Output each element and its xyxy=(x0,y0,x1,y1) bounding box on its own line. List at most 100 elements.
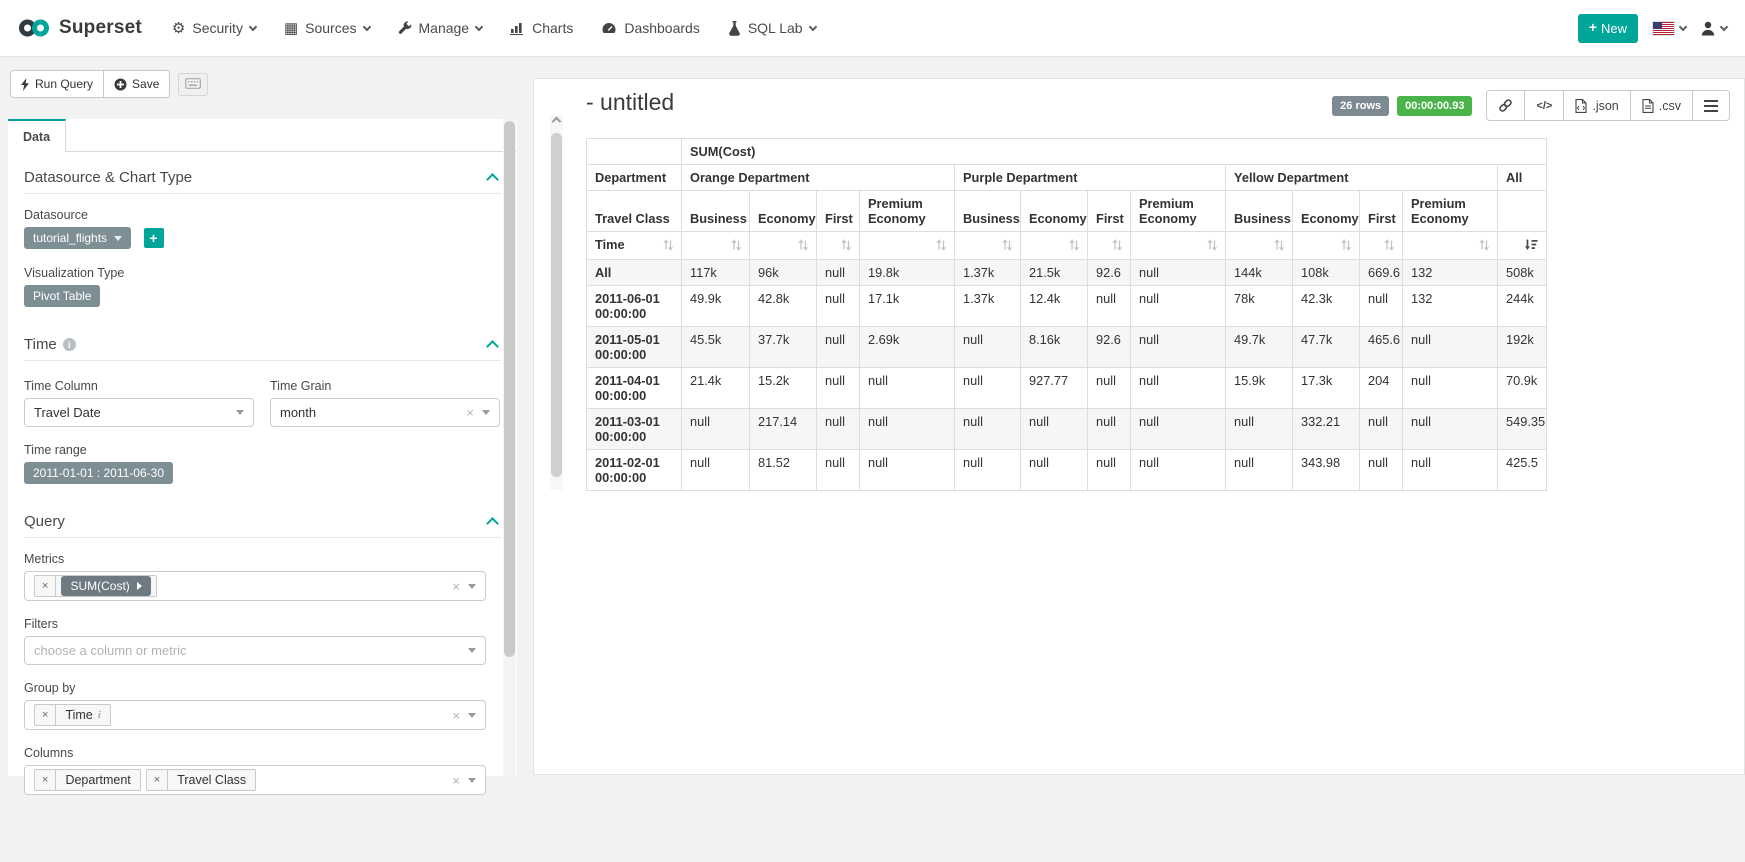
scroll-up-icon[interactable] xyxy=(552,117,562,127)
nav-sql-lab[interactable]: SQL Lab xyxy=(728,20,816,36)
pivot-cell: 92.6 xyxy=(1088,327,1131,368)
share-link-button[interactable] xyxy=(1486,90,1525,121)
user-menu[interactable] xyxy=(1701,21,1727,36)
remove-token-icon[interactable]: × xyxy=(35,576,56,596)
embed-code-button[interactable]: </> xyxy=(1524,90,1564,121)
sort-icon[interactable] xyxy=(936,238,946,254)
section-query[interactable]: Query xyxy=(24,513,501,530)
groupby-token[interactable]: × Time i xyxy=(34,704,111,726)
save-button[interactable]: Save xyxy=(103,70,170,98)
pivot-department-label: Department xyxy=(587,165,682,191)
sort-desc-icon[interactable] xyxy=(1525,239,1538,254)
clear-icon[interactable]: × xyxy=(452,709,460,722)
sort-icon[interactable] xyxy=(798,238,808,254)
sort-icon[interactable] xyxy=(731,238,741,254)
viz-type-chip[interactable]: Pivot Table xyxy=(24,285,100,307)
metric-token[interactable]: × SUM(Cost) xyxy=(34,575,157,597)
language-menu[interactable] xyxy=(1653,22,1686,35)
clear-icon[interactable]: × xyxy=(452,774,460,787)
pivot-travel-class-header: First xyxy=(817,191,860,232)
plus-icon: + xyxy=(1589,22,1597,33)
sort-icon[interactable] xyxy=(1274,238,1284,254)
tab-data[interactable]: Data xyxy=(8,119,66,152)
chart-title[interactable]: - untitled xyxy=(586,89,674,116)
sort-icon[interactable] xyxy=(1069,238,1079,254)
clear-icon[interactable]: × xyxy=(466,406,474,419)
superset-brand[interactable]: Superset xyxy=(18,17,142,39)
chevron-down-icon xyxy=(468,713,476,718)
control-panel-scrollbar[interactable] xyxy=(503,119,516,776)
filters-select[interactable]: choose a column or metric xyxy=(24,636,486,665)
remove-token-icon[interactable]: × xyxy=(147,770,168,790)
pivot-cell: 70.9k xyxy=(1498,368,1547,409)
chevron-up-icon xyxy=(486,517,499,530)
pivot-cell: 465.6 xyxy=(1360,327,1403,368)
pivot-travel-class-header: Business xyxy=(955,191,1021,232)
column-token[interactable]: × Department xyxy=(34,769,141,791)
pivot-cell: 12.4k xyxy=(1021,286,1088,327)
clear-icon[interactable]: × xyxy=(452,580,460,593)
scrollbar-thumb[interactable] xyxy=(504,121,515,657)
export-json-button[interactable]: .json xyxy=(1563,90,1630,121)
pivot-sort-cell xyxy=(1498,232,1547,260)
remove-token-icon[interactable]: × xyxy=(35,770,56,790)
rowcount-badge: 26 rows xyxy=(1332,96,1389,116)
pivot-cell: 21.4k xyxy=(682,368,750,409)
nav-dashboards[interactable]: Dashboards xyxy=(601,20,700,36)
sort-icon[interactable] xyxy=(1479,238,1489,254)
run-query-button[interactable]: Run Query xyxy=(10,70,104,98)
metrics-select[interactable]: × SUM(Cost) × xyxy=(24,571,486,601)
pivot-cell: 204 xyxy=(1360,368,1403,409)
chart-scrollbar[interactable] xyxy=(550,115,563,490)
superset-logo-icon xyxy=(18,18,50,38)
gear-icon: ⚙ xyxy=(172,21,185,36)
pivot-sort-cell xyxy=(1021,232,1088,260)
sort-icon[interactable] xyxy=(841,238,851,254)
sort-icon[interactable] xyxy=(1341,238,1351,254)
more-options-button[interactable] xyxy=(1692,90,1730,121)
sort-icon[interactable] xyxy=(1002,238,1012,254)
groupby-select[interactable]: × Time i × xyxy=(24,700,486,730)
filters-placeholder: choose a column or metric xyxy=(34,643,186,658)
chevron-down-icon xyxy=(236,410,244,415)
export-csv-button[interactable]: .csv xyxy=(1630,90,1693,121)
pivot-cell: 17.1k xyxy=(860,286,955,327)
column-token[interactable]: × Travel Class xyxy=(146,769,256,791)
columns-select[interactable]: × Department × Travel Class × xyxy=(24,765,486,795)
sort-icon[interactable] xyxy=(1207,238,1217,254)
pivot-header-cell xyxy=(1498,191,1547,232)
pivot-cell: null xyxy=(1088,286,1131,327)
sort-icon[interactable] xyxy=(1112,238,1122,254)
pivot-cell: 49.9k xyxy=(682,286,750,327)
new-button[interactable]: + New xyxy=(1578,14,1638,43)
section-time[interactable]: Time i xyxy=(24,336,501,353)
link-icon xyxy=(1498,98,1513,113)
nav-manage[interactable]: Manage xyxy=(398,20,483,36)
nav-charts[interactable]: Charts xyxy=(510,20,573,36)
pivot-cell: 17.3k xyxy=(1293,368,1360,409)
time-column-label: Time Column xyxy=(24,379,254,393)
chevron-up-icon xyxy=(486,340,499,353)
time-column-select[interactable]: Travel Date xyxy=(24,398,254,427)
remove-token-icon[interactable]: × xyxy=(35,705,56,725)
pivot-cell: null xyxy=(1131,368,1226,409)
pivot-row-label: 2011-04-01 00:00:00 xyxy=(587,368,682,409)
nav-security[interactable]: ⚙ Security xyxy=(172,20,256,36)
us-flag-icon xyxy=(1653,22,1674,35)
pivot-sort-cell xyxy=(682,232,750,260)
time-range-chip[interactable]: 2011-01-01 : 2011-06-30 xyxy=(24,462,173,484)
sort-icon[interactable] xyxy=(1384,238,1394,254)
add-datasource-button[interactable]: + xyxy=(144,228,164,248)
nav-sources[interactable]: ▦ Sources xyxy=(284,20,370,36)
pivot-cell: null xyxy=(1226,409,1293,450)
datasource-chip[interactable]: tutorial_flights xyxy=(24,227,131,249)
keyboard-shortcuts-button[interactable] xyxy=(178,73,208,96)
pivot-cell: null xyxy=(860,450,955,491)
scrollbar-thumb[interactable] xyxy=(551,133,562,477)
pivot-cell: 81.52 xyxy=(750,450,817,491)
sort-icon[interactable] xyxy=(663,238,673,254)
time-grain-select[interactable]: month × xyxy=(270,398,500,427)
metric-pill[interactable]: SUM(Cost) xyxy=(61,576,150,596)
pivot-travel-class-header: Economy xyxy=(1021,191,1088,232)
section-datasource-chart-type[interactable]: Datasource & Chart Type xyxy=(24,169,501,186)
